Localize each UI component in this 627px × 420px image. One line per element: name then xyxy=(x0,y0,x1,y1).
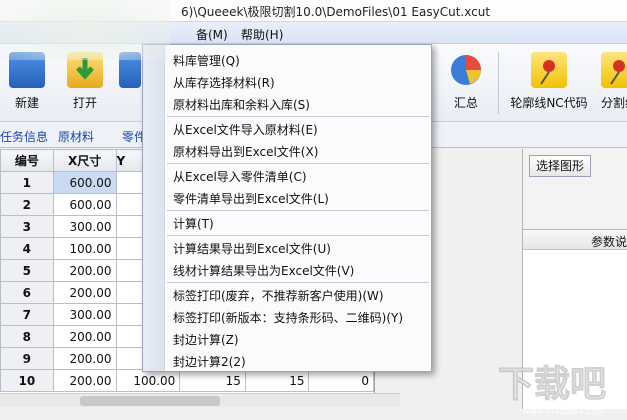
row-number: 6 xyxy=(0,281,54,304)
cell-x[interactable]: 300.00 xyxy=(52,303,117,326)
pin-icon xyxy=(531,52,567,88)
menu-item-import-parts-excel[interactable]: 从Excel导入零件清单(C) xyxy=(173,168,307,185)
watermark-logo: 下载吧 www.xiazaiba.com xyxy=(478,352,627,420)
menu-separator xyxy=(167,210,429,211)
tab-task-info[interactable]: 任务信息 xyxy=(0,128,48,145)
row-number: 8 xyxy=(0,325,54,348)
watermark-text: 下载吧 xyxy=(498,364,606,405)
horizontal-scrollbar[interactable] xyxy=(0,393,400,407)
menu-item-export-material-excel[interactable]: 原材料导出到Excel文件(X) xyxy=(173,143,318,160)
cell-x[interactable]: 200.00 xyxy=(52,369,117,392)
menu-item-calculate[interactable]: 计算(T) xyxy=(173,215,214,232)
cell[interactable]: 15 xyxy=(179,369,246,392)
toolbar-divider xyxy=(498,52,499,114)
column-header-no[interactable]: 编号 xyxy=(0,149,54,172)
menu-separator xyxy=(167,116,429,117)
select-shape-button[interactable]: 选择图形 xyxy=(529,155,591,177)
summary-button-label: 汇总 xyxy=(453,96,478,110)
pie-chart-icon xyxy=(448,52,484,88)
scrollbar-thumb[interactable] xyxy=(80,396,220,406)
menu-equipment[interactable]: 备(M) xyxy=(196,26,228,43)
column-header-x[interactable]: X尺寸 xyxy=(52,149,117,172)
dropdown-menu: 料库管理(Q) 从库存选择材料(R) 原材料出库和余料入库(S) 从Excel文… xyxy=(142,44,432,372)
outline-nc-code-label: 轮廓线NC代码 xyxy=(510,96,588,110)
menu-separator xyxy=(167,282,429,283)
parameter-header: 参数说 xyxy=(523,230,627,250)
row-number: 7 xyxy=(0,303,54,326)
cell-y[interactable]: 100.00 xyxy=(115,369,181,392)
menu-item-select-from-stock[interactable]: 从库存选择材料(R) xyxy=(173,74,275,91)
blur-overlay xyxy=(0,0,170,60)
cell-x[interactable]: 600.00 xyxy=(52,171,117,194)
window-title: 6)\Queeek\极限切割10.0\DemoFiles\01 EasyCut.… xyxy=(181,5,491,19)
cell-x[interactable]: 100.00 xyxy=(52,237,117,260)
row-number: 10 xyxy=(0,369,54,392)
row-number: 3 xyxy=(0,215,54,238)
row-number: 4 xyxy=(0,237,54,260)
menu-item-export-parts-excel[interactable]: 零件清单导出到Excel文件(L) xyxy=(173,190,329,207)
cell-x[interactable]: 200.00 xyxy=(52,347,117,370)
menu-item-label-print-new[interactable]: 标签打印(新版本：支持条形码、二维码)(Y) xyxy=(173,309,403,326)
cell-x[interactable]: 200.00 xyxy=(52,325,117,348)
menu-separator xyxy=(167,163,429,164)
row-number: 9 xyxy=(0,347,54,370)
cell-x[interactable]: 200.00 xyxy=(52,259,117,282)
cell[interactable]: 0 xyxy=(308,369,374,392)
menu-item-stock-out-remnant-in[interactable]: 原材料出库和余料入库(S) xyxy=(173,96,310,113)
menu-item-material-library[interactable]: 料库管理(Q) xyxy=(173,52,240,69)
outline-nc-code-button[interactable]: 轮廓线NC代码 xyxy=(506,48,592,118)
menu-item-edge-banding[interactable]: 封边计算(Z) xyxy=(173,331,239,348)
summary-button[interactable]: 汇总 xyxy=(440,48,492,118)
menu-item-edge-banding-2[interactable]: 封边计算2(2) xyxy=(173,353,246,370)
cell-x[interactable]: 600.00 xyxy=(52,193,117,216)
cell-x[interactable]: 300.00 xyxy=(52,215,117,238)
menu-item-export-wire-result-excel[interactable]: 线材计算结果导出为Excel文件(V) xyxy=(173,262,354,279)
menu-gutter xyxy=(143,45,165,371)
menu-help[interactable]: 帮助(H) xyxy=(241,26,283,43)
row-number: 1 xyxy=(0,171,54,194)
cell[interactable]: 15 xyxy=(244,369,310,392)
tab-raw-material[interactable]: 原材料 xyxy=(58,128,94,145)
menu-item-label-print-legacy[interactable]: 标签打印(废弃，不推荐新客户使用)(W) xyxy=(173,287,384,304)
row-number: 2 xyxy=(0,193,54,216)
menu-separator xyxy=(167,235,429,236)
menu-item-export-result-excel[interactable]: 计算结果导出到Excel文件(U) xyxy=(173,240,331,257)
open-button-label: 打开 xyxy=(72,96,97,110)
row-number: 5 xyxy=(0,259,54,282)
cell-x[interactable]: 200.00 xyxy=(52,281,117,304)
table-row[interactable]: 10 200.00 100.00 15 15 0 xyxy=(0,369,374,392)
new-button-label: 新建 xyxy=(14,96,39,110)
split-line-label: 分割线 xyxy=(600,96,627,110)
menu-item-import-material-excel[interactable]: 从Excel文件导入原材料(E) xyxy=(173,121,318,138)
watermark-url: www.xiazaiba.com xyxy=(522,407,606,417)
split-line-button[interactable]: 分割线 xyxy=(594,48,627,118)
pin-icon xyxy=(601,52,627,88)
